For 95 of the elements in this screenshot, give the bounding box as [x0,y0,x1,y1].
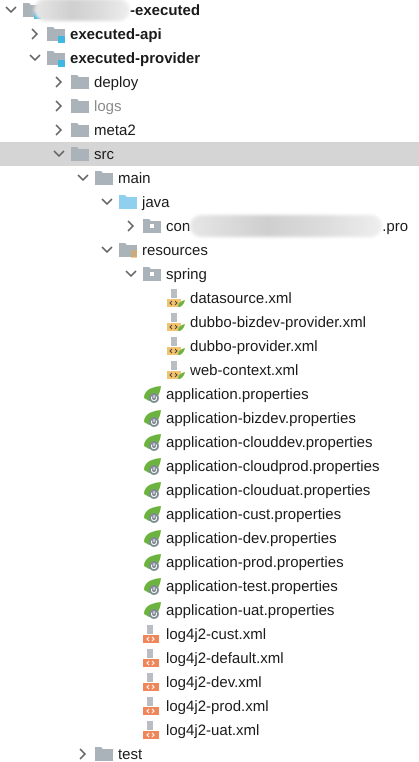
file-name: executed-api [70,26,162,42]
tree-row[interactable]: meta2 [0,118,419,142]
folder-icon [70,96,90,116]
folder-icon [118,192,138,212]
file-name: application-clouduat.properties [166,482,370,498]
leaf-icon [142,432,162,452]
tree-row[interactable]: log4j2-prod.xml [0,694,419,718]
folder-icon [94,744,114,762]
module-folder-icon [46,48,66,68]
xml-file-icon [142,672,162,692]
tree-row[interactable]: dubbo-bizdev-provider.xml [0,310,419,334]
tree-row[interactable]: dubbo-provider.xml [0,334,419,358]
file-name: application-test.properties [166,578,338,594]
tree-row[interactable]: log4j2-dev.xml [0,670,419,694]
file-name: application-cloudprod.properties [166,458,380,474]
file-name: application-clouddev.properties [166,434,373,450]
file-name: main [118,170,151,186]
file-name: application-prod.properties [166,554,344,570]
tree-row[interactable]: application-cust.properties [0,502,419,526]
tree-row[interactable]: main [0,166,419,190]
file-name: application.properties [166,386,309,402]
tree-row[interactable]: con .pro [0,214,419,238]
xml-file-icon [166,360,186,380]
file-name: meta2 [94,122,136,138]
xml-file-icon [142,624,162,644]
file-name: con [166,218,190,234]
tree-row[interactable]: application-uat.properties [0,598,419,622]
xml-file-icon [166,288,186,308]
tree-row[interactable]: application-cloudprod.properties [0,454,419,478]
file-name: dubbo-provider.xml [190,338,318,354]
tree-row[interactable]: spring [0,262,419,286]
leaf-icon [142,384,162,404]
xml-file-icon [166,336,186,356]
folder-icon [94,168,114,188]
tree-row[interactable]: application-dev.properties [0,526,419,550]
tree-row[interactable]: application-clouduat.properties [0,478,419,502]
leaf-icon [142,528,162,548]
file-name: resources [142,242,208,258]
file-name: application-bizdev.properties [166,410,356,426]
tree-row[interactable]: log4j2-default.xml [0,646,419,670]
tree-row[interactable]: application-test.properties [0,574,419,598]
file-name: .pro [382,218,408,234]
file-name: web-context.xml [190,362,298,378]
tree-row[interactable]: log4j2-cust.xml [0,622,419,646]
xml-file-icon [142,720,162,740]
folder-icon [70,72,90,92]
tree-row[interactable]: java [0,190,419,214]
tree-row[interactable]: log4j2-uat.xml [0,718,419,742]
tree-row[interactable]: datasource.xml [0,286,419,310]
tree-row[interactable]: web-context.xml [0,358,419,382]
leaf-icon [142,456,162,476]
module-folder-icon [46,24,66,44]
folder-icon [70,120,90,140]
file-name: logs [94,98,122,114]
file-name: executed-provider [70,50,200,66]
file-name: log4j2-cust.xml [166,626,266,642]
tree-row[interactable]: executed-provider [0,46,419,70]
package-folder-icon [142,216,162,236]
file-name: dubbo-bizdev-provider.xml [190,314,366,330]
tree-row[interactable]: -executed [0,0,419,22]
tree-row[interactable]: application-prod.properties [0,550,419,574]
folder-icon [70,144,90,164]
file-name: application-cust.properties [166,506,342,522]
tree-row[interactable]: executed-api [0,22,419,46]
file-name: application-dev.properties [166,530,337,546]
file-name: spring [166,266,207,282]
leaf-icon [142,480,162,500]
tree-row[interactable]: test [0,742,419,762]
leaf-icon [142,552,162,572]
tree-row[interactable]: deploy [0,70,419,94]
tree-row[interactable]: src [0,142,419,166]
file-name: log4j2-prod.xml [166,698,269,714]
xml-file-icon [166,312,186,332]
xml-file-icon [142,696,162,716]
file-name: deploy [94,74,138,90]
tree-row[interactable]: resources [0,238,419,262]
tree-row[interactable]: application.properties [0,382,419,406]
xml-file-icon [142,648,162,668]
leaf-icon [142,576,162,596]
file-name: -executed [130,2,200,18]
file-name: log4j2-default.xml [166,650,284,666]
package-folder-icon [142,264,162,284]
file-name: test [118,746,142,762]
leaf-icon [142,408,162,428]
leaf-icon [142,600,162,620]
file-name: src [94,146,114,162]
file-name: datasource.xml [190,290,292,306]
tree-row[interactable]: application-bizdev.properties [0,406,419,430]
file-name: java [142,194,170,210]
leaf-icon [142,504,162,524]
file-name: log4j2-uat.xml [166,722,260,738]
file-name: log4j2-dev.xml [166,674,262,690]
resources-folder-icon [118,240,138,260]
file-name: application-uat.properties [166,602,334,618]
tree-row[interactable]: application-clouddev.properties [0,430,419,454]
